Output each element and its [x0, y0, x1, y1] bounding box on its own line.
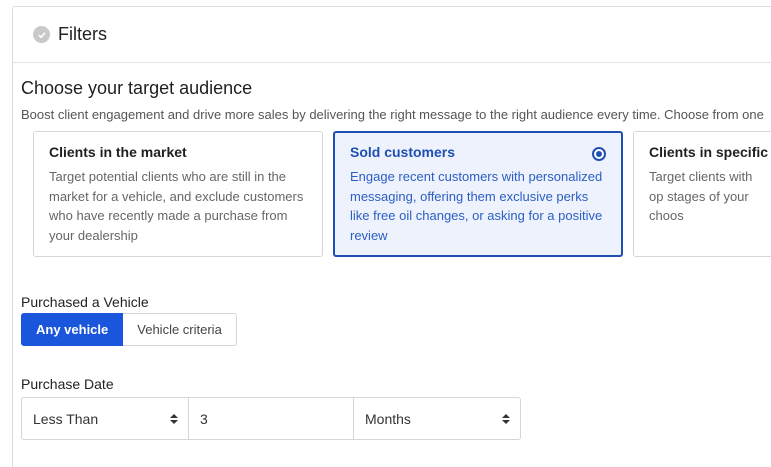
- audience-card-clients-specific-stages[interactable]: Clients in specific s Target clients wit…: [633, 131, 771, 257]
- comparator-value: Less Than: [33, 410, 99, 427]
- check-circle-icon: [33, 26, 50, 43]
- panel-title: Filters: [58, 24, 107, 44]
- card-description: Target potential clients who are still i…: [49, 169, 304, 243]
- vehicle-segmented-control: Any vehicle Vehicle criteria: [21, 313, 237, 346]
- card-title: Sold customers: [350, 144, 456, 160]
- comparator-select[interactable]: Less Than: [21, 397, 189, 440]
- amount-input[interactable]: 3: [189, 397, 354, 440]
- any-vehicle-button[interactable]: Any vehicle: [21, 313, 124, 346]
- audience-card-sold-customers[interactable]: Sold customers Engage recent customers w…: [333, 131, 623, 257]
- card-description: Engage recent customers with personalize…: [350, 169, 603, 243]
- card-description: Target clients with op stages of your ch…: [649, 169, 753, 223]
- purchase-date-row: Less Than 3 Months: [21, 397, 521, 440]
- select-arrows-icon: [170, 413, 178, 424]
- amount-value: 3: [200, 410, 208, 427]
- section-title: Choose your target audience: [21, 78, 253, 98]
- card-title: Clients in specific s: [649, 144, 771, 160]
- unit-select[interactable]: Months: [354, 397, 521, 440]
- radio-selected-icon: [592, 147, 606, 161]
- vehicle-criteria-button[interactable]: Vehicle criteria: [123, 313, 237, 346]
- purchased-vehicle-label: Purchased a Vehicle: [21, 294, 149, 310]
- select-arrows-icon: [502, 413, 510, 424]
- section-description: Boost client engagement and drive more s…: [21, 107, 764, 122]
- filters-header[interactable]: Filters: [13, 7, 771, 63]
- unit-value: Months: [365, 410, 411, 427]
- purchase-date-label: Purchase Date: [21, 376, 114, 392]
- audience-card-clients-in-market[interactable]: Clients in the market Target potential c…: [33, 131, 323, 257]
- card-title: Clients in the market: [49, 144, 187, 160]
